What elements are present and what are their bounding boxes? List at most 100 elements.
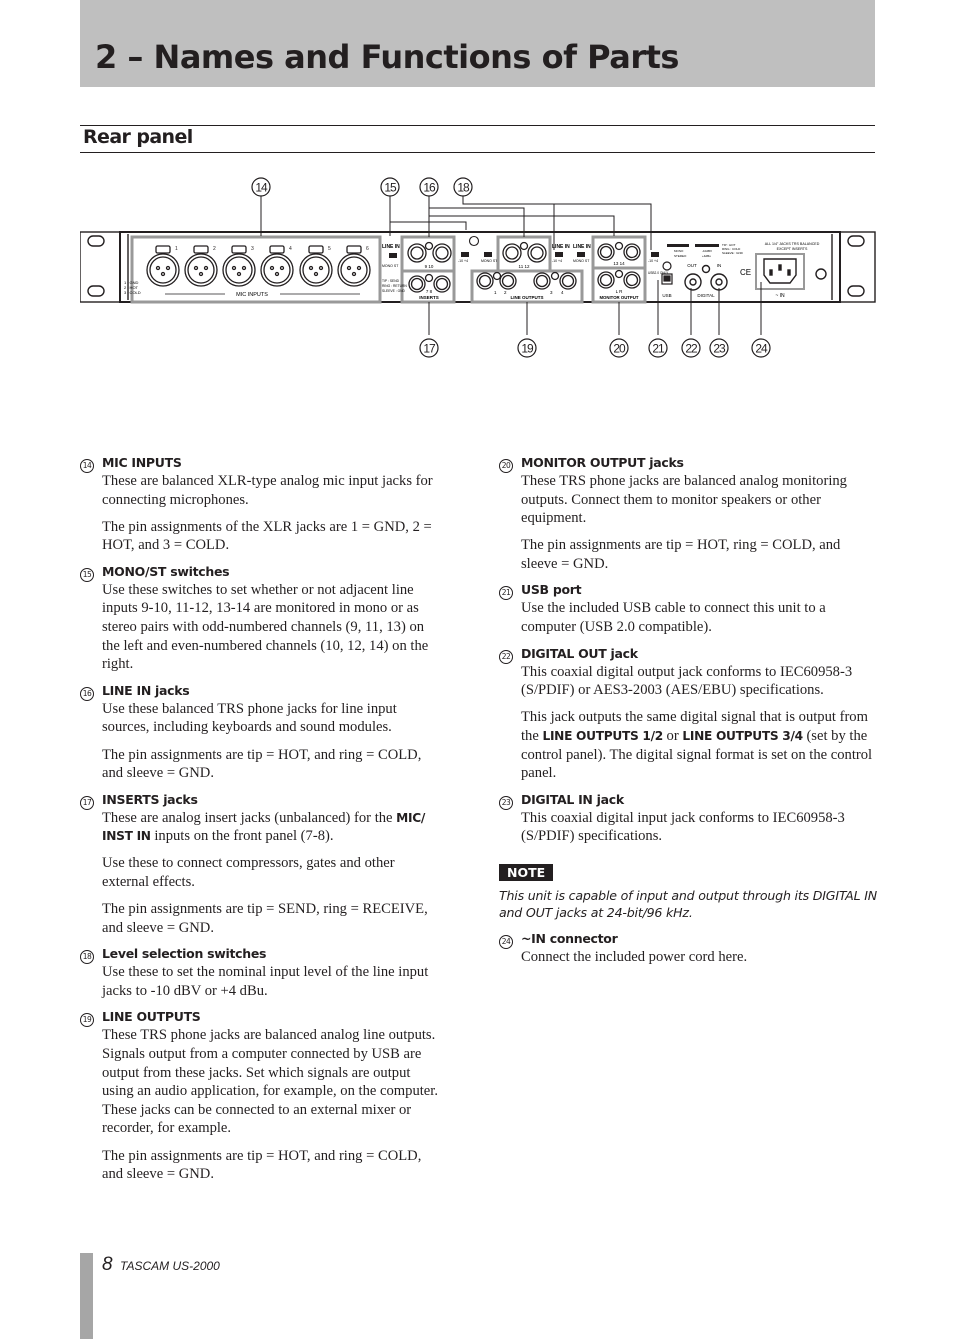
item-title: USB port <box>521 582 582 598</box>
item-text: The pin assignments are tip = HOT, and r… <box>102 1147 422 1183</box>
svg-text:23: 23 <box>713 342 726 356</box>
callout-15: 15 <box>380 177 400 197</box>
item-text: These are analog insert jacks (unbalance… <box>102 809 426 845</box>
item-title: MIC INPUTS <box>102 455 182 470</box>
page-number: 8 <box>102 1254 113 1275</box>
callout-22: 22 <box>681 338 701 358</box>
svg-text:USB: USB <box>662 293 671 298</box>
svg-text:LINE OUTPUTS: LINE OUTPUTS <box>510 295 543 300</box>
svg-text:DIGITAL: DIGITAL <box>697 293 715 298</box>
svg-text:IN: IN <box>717 263 722 268</box>
svg-text:4: 4 <box>561 290 564 295</box>
xlr-jack: 4 <box>260 245 294 287</box>
svg-text:21: 21 <box>652 342 665 356</box>
svg-text:LINE IN: LINE IN <box>552 244 570 250</box>
mic-channel-number: 1 <box>175 246 178 252</box>
svg-text:-10dBV: -10dBV <box>702 249 712 253</box>
item-mono-st-switches: 15 MONO/ST switches Use these switches to… <box>80 563 440 674</box>
svg-text:-10 +4: -10 +4 <box>458 259 468 263</box>
svg-text:-10 +4: -10 +4 <box>648 259 658 263</box>
svg-text:-10 +4: -10 +4 <box>552 259 562 263</box>
mic-channel-number: 5 <box>328 246 331 252</box>
svg-text:22: 22 <box>685 342 698 356</box>
svg-text:OUT: OUT <box>687 263 697 268</box>
mic-channel-number: 3 <box>251 246 254 252</box>
xlr-jack: 1 <box>146 245 180 287</box>
svg-text:11 12: 11 12 <box>519 264 530 269</box>
svg-text:ALL 1/4" JACKS TRS BALANCED: ALL 1/4" JACKS TRS BALANCED <box>765 242 820 246</box>
item-text: These TRS phone jacks are balanced analo… <box>102 1027 438 1137</box>
svg-text:TIP : SEND: TIP : SEND <box>382 279 400 283</box>
svg-text:MONO ST: MONO ST <box>573 259 590 263</box>
item-text: Use these switches to set whether or not… <box>102 581 429 673</box>
section-title: Rear panel <box>83 126 193 148</box>
callout-number-icon: 17 <box>80 795 94 810</box>
item-usb-port: 21 USB port Use the included USB cable to… <box>499 581 877 636</box>
item-inserts-jacks: 17 INSERTS jacks These are analog insert … <box>80 791 440 938</box>
svg-text:MIC INPUTS: MIC INPUTS <box>236 292 268 298</box>
callout-number-icon: 19 <box>80 1013 94 1028</box>
svg-text:20: 20 <box>613 342 626 356</box>
right-rack-ear <box>839 231 876 303</box>
callout-24: 24 <box>751 338 771 358</box>
mic-channel-number: 2 <box>213 246 216 252</box>
callout-number-icon: 15 <box>80 567 94 582</box>
item-text: Use these to set the nominal input level… <box>102 964 429 999</box>
item-monitor-output-jacks: 20 MONITOR OUTPUT jacks These TRS phone j… <box>499 454 877 573</box>
svg-text:+4dBu: +4dBu <box>702 254 711 258</box>
item-text: Use these balanced TRS phone jacks for l… <box>102 700 397 736</box>
item-title: DIGITAL IN jack <box>521 791 624 807</box>
svg-text:MONITOR OUTPUT: MONITOR OUTPUT <box>599 295 638 300</box>
svg-text:STEREO: STEREO <box>674 254 687 258</box>
svg-text:LINE IN: LINE IN <box>573 244 591 250</box>
svg-text:3: 3 <box>550 290 553 295</box>
item-text: Use the included USB cable to connect th… <box>521 600 826 636</box>
svg-text:16: 16 <box>423 181 436 195</box>
chapter-title: 2 – Names and Functions of Parts <box>95 38 679 76</box>
mic-inputs-group: 123456 1 : GND 2 : HOT 3 : COLD MIC INPU… <box>124 235 382 304</box>
callout-18: 18 <box>453 177 473 197</box>
svg-text:7 8: 7 8 <box>426 289 433 294</box>
svg-text:CE: CE <box>740 268 751 277</box>
item-text: This jack outputs the same digital signa… <box>521 709 873 782</box>
svg-text:SLEEVE : GND: SLEEVE : GND <box>722 251 744 255</box>
svg-text:19: 19 <box>521 342 534 356</box>
item-title: MONO/ST switches <box>102 563 230 579</box>
item-text: These TRS phone jacks are balanced analo… <box>521 473 847 527</box>
item-text: These are balanced XLR-type analog mic i… <box>102 473 433 508</box>
item-title: INSERTS jacks <box>102 791 198 807</box>
callout-number-icon: 22 <box>499 649 513 664</box>
svg-text:INSERTS: INSERTS <box>419 295 439 300</box>
svg-text:USB2.0 ONLY: USB2.0 ONLY <box>648 271 669 275</box>
svg-text:L R: L R <box>616 289 624 294</box>
item-text: This coaxial digital output jack conform… <box>521 663 853 699</box>
callout-19: 19 <box>517 338 537 358</box>
section-rule-top <box>80 125 875 126</box>
mic-channel-number: 6 <box>366 246 369 252</box>
item-text: The pin assignments are tip = HOT, and r… <box>102 746 422 782</box>
svg-text:SLEEVE : GND: SLEEVE : GND <box>382 289 406 293</box>
left-column: 14 MIC INPUTS These are balanced XLR-type… <box>80 454 440 1192</box>
callout-number-icon: 18 <box>80 950 94 965</box>
item-digital-out-jack: 22 DIGITAL OUT jack This coaxial digital … <box>499 645 877 783</box>
power-inlet <box>755 253 827 290</box>
svg-text:1: 1 <box>494 290 497 295</box>
svg-text:13 14: 13 14 <box>613 261 625 266</box>
note-badge: NOTE <box>499 863 554 881</box>
mic-channel-number: 4 <box>289 246 292 252</box>
right-column: 20 MONITOR OUTPUT jacks These TRS phone j… <box>499 454 877 975</box>
callout-number-icon: 21 <box>499 586 513 601</box>
rear-panel-diagram: 123456 1 : GND 2 : HOT 3 : COLD MIC INPU… <box>80 177 876 358</box>
svg-text:EXCEPT INSERTS: EXCEPT INSERTS <box>777 247 808 251</box>
digital-jacks <box>684 264 728 291</box>
callout-number-icon: 20 <box>499 459 513 473</box>
svg-text:~ IN: ~ IN <box>775 293 785 299</box>
item-title: MONITOR OUTPUT jacks <box>521 455 684 470</box>
footer: 8 TASCAM US-2000 <box>102 1254 220 1276</box>
xlr-jack: 5 <box>299 245 333 287</box>
item-digital-in-jack: 23 DIGITAL IN jack This coaxial digital i… <box>499 791 877 846</box>
item-title: DIGITAL OUT jack <box>521 645 638 661</box>
note-text: This unit is capable of input and output… <box>499 887 877 921</box>
svg-text:MONO: MONO <box>674 249 684 253</box>
svg-text:2: 2 <box>504 290 507 295</box>
